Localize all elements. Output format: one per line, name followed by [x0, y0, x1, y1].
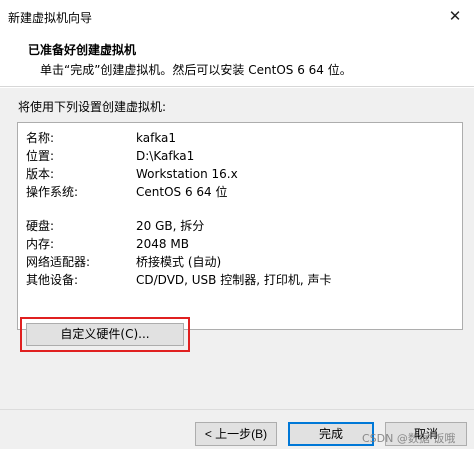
settings-summary: 名称: kafka1 位置: D:\Kafka1 版本: Workstation…	[17, 122, 463, 330]
customize-hardware-button[interactable]: 自定义硬件(C)...	[26, 323, 184, 346]
setting-key: 内存:	[26, 237, 55, 251]
back-button[interactable]: < 上一步(B)	[195, 422, 277, 446]
setting-key: 操作系统:	[26, 185, 79, 199]
page-heading: 已准备好创建虚拟机	[28, 43, 137, 57]
settings-intro: 将使用下列设置创建虚拟机:	[18, 100, 167, 114]
setting-key: 网络适配器:	[26, 255, 91, 269]
setting-value: 2048 MB	[136, 237, 189, 251]
title-bar: 新建虚拟机向导 ✕	[0, 0, 474, 32]
setting-value: kafka1	[136, 131, 177, 145]
setting-key: 版本:	[26, 167, 55, 181]
setting-value: D:\Kafka1	[136, 149, 195, 163]
highlight-box: 自定义硬件(C)...	[20, 317, 190, 352]
setting-value: Workstation 16.x	[136, 167, 238, 181]
wizard-header: 已准备好创建虚拟机 单击“完成”创建虚拟机。然后可以安装 CentOS 6 64…	[0, 32, 474, 87]
setting-key: 其他设备:	[26, 273, 79, 287]
wizard-body: 将使用下列设置创建虚拟机: 名称: kafka1 位置: D:\Kafka1 版…	[0, 88, 474, 409]
wizard-footer: < 上一步(B) 完成 取消 CSDN @数据 饭哦	[0, 409, 474, 449]
setting-value: 桥接模式 (自动)	[136, 255, 222, 269]
page-subtitle: 单击“完成”创建虚拟机。然后可以安装 CentOS 6 64 位。	[40, 63, 352, 77]
setting-key: 名称:	[26, 131, 55, 145]
setting-key: 位置:	[26, 149, 55, 163]
window-title: 新建虚拟机向导	[8, 11, 93, 25]
watermark: CSDN @数据 饭哦	[362, 432, 456, 445]
setting-value: 20 GB, 拆分	[136, 219, 205, 233]
setting-value: CD/DVD, USB 控制器, 打印机, 声卡	[136, 273, 332, 287]
close-icon[interactable]: ✕	[440, 3, 470, 29]
setting-value: CentOS 6 64 位	[136, 185, 228, 199]
setting-key: 硬盘:	[26, 219, 55, 233]
